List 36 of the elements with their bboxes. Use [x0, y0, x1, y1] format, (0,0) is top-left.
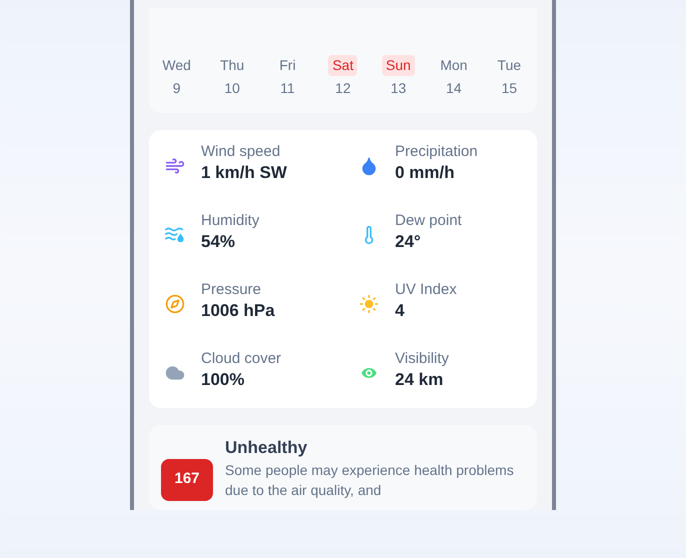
metric-value: 1006 hPa: [201, 300, 275, 322]
wind-icon: [165, 156, 185, 176]
day-date: 15: [501, 78, 518, 98]
metric-value: 100%: [201, 368, 246, 391]
aqi-description: Some people may experience health problems due to the air quality, and: [225, 461, 515, 500]
metric-value: 1 km/h SW: [201, 162, 287, 184]
metric-label: Dew point: [395, 212, 462, 230]
day-date: 14: [446, 78, 462, 98]
sun-icon: [359, 294, 379, 314]
metric-label: UV Index: [395, 280, 457, 299]
day-name: Thu: [220, 56, 244, 75]
day-name: Fri: [279, 56, 296, 75]
aqi-title: Unhealthy: [225, 436, 308, 459]
metric-label: Cloud cover: [201, 350, 282, 368]
metric-value: 24 km: [395, 368, 444, 391]
metric-label: Precipitation: [395, 142, 478, 161]
metric-label: Humidity: [201, 212, 260, 230]
day-name: Mon: [440, 56, 468, 75]
day-date: 11: [280, 78, 295, 98]
metric-value: 24°: [395, 230, 422, 253]
day-date: 12: [335, 78, 351, 98]
day-name: Sun: [382, 54, 415, 76]
metric-label: Wind speed: [201, 142, 282, 161]
aqi-badge: 167: [161, 458, 213, 501]
metric-value: 0 mm/h: [395, 162, 456, 184]
day-date: 10: [224, 78, 240, 98]
day-name: Sat: [328, 54, 358, 76]
day-name: Wed: [162, 56, 191, 75]
metric-label: Visibility: [395, 350, 449, 368]
day-date: 13: [390, 78, 406, 98]
metric-value: 4: [395, 300, 406, 322]
compass-icon: [165, 294, 185, 314]
metric-label: Pressure: [201, 280, 262, 299]
day-name: Tue: [497, 56, 522, 75]
day-date: 9: [172, 78, 181, 98]
metric-value: 54%: [201, 230, 236, 253]
